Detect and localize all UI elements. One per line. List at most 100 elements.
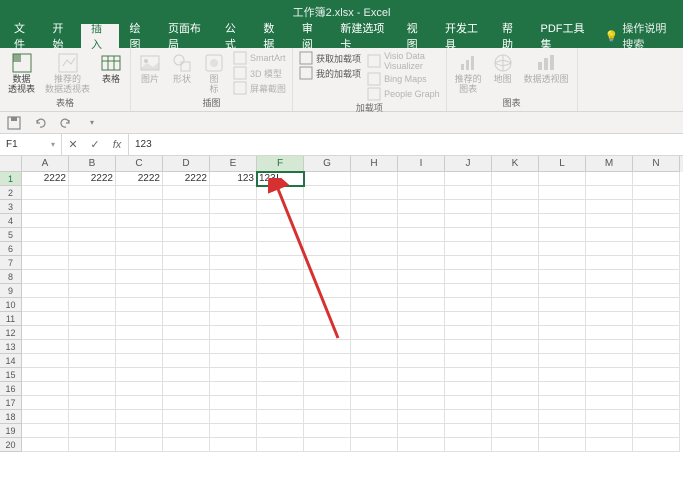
cell-N4[interactable] <box>633 214 680 228</box>
cell-H15[interactable] <box>351 368 398 382</box>
cell-L2[interactable] <box>539 186 586 200</box>
cell-F3[interactable] <box>257 200 304 214</box>
cell-F10[interactable] <box>257 298 304 312</box>
cell-E8[interactable] <box>210 270 257 284</box>
cell-L10[interactable] <box>539 298 586 312</box>
cell-C5[interactable] <box>116 228 163 242</box>
row-header-3[interactable]: 3 <box>0 200 22 214</box>
cell-C11[interactable] <box>116 312 163 326</box>
cell-K14[interactable] <box>492 354 539 368</box>
cell-B15[interactable] <box>69 368 116 382</box>
cell-L19[interactable] <box>539 424 586 438</box>
cell-H6[interactable] <box>351 242 398 256</box>
cell-J15[interactable] <box>445 368 492 382</box>
cell-H18[interactable] <box>351 410 398 424</box>
cell-I20[interactable] <box>398 438 445 452</box>
cell-B18[interactable] <box>69 410 116 424</box>
col-header-G[interactable]: G <box>304 156 351 172</box>
cell-L18[interactable] <box>539 410 586 424</box>
cell-M9[interactable] <box>586 284 633 298</box>
get-addins-button[interactable]: 获取加载项 <box>299 51 361 65</box>
cell-F8[interactable] <box>257 270 304 284</box>
cell-G17[interactable] <box>304 396 351 410</box>
cell-M20[interactable] <box>586 438 633 452</box>
cell-N19[interactable] <box>633 424 680 438</box>
cell-D17[interactable] <box>163 396 210 410</box>
cell-E1[interactable]: 123 <box>210 172 257 186</box>
cell-J16[interactable] <box>445 382 492 396</box>
save-icon[interactable] <box>6 115 22 131</box>
tab-开始[interactable]: 开始 <box>42 24 80 48</box>
cell-H3[interactable] <box>351 200 398 214</box>
cell-C12[interactable] <box>116 326 163 340</box>
cell-A17[interactable] <box>22 396 69 410</box>
cell-D15[interactable] <box>163 368 210 382</box>
row-header-6[interactable]: 6 <box>0 242 22 256</box>
table-button[interactable]: 表格 <box>98 51 124 86</box>
row-header-1[interactable]: 1 <box>0 172 22 186</box>
cell-A2[interactable] <box>22 186 69 200</box>
cell-F7[interactable] <box>257 256 304 270</box>
cell-D3[interactable] <box>163 200 210 214</box>
cell-B5[interactable] <box>69 228 116 242</box>
cell-N17[interactable] <box>633 396 680 410</box>
cell-D8[interactable] <box>163 270 210 284</box>
select-all-corner[interactable] <box>0 156 22 172</box>
tell-me-search[interactable]: 💡操作说明搜索 <box>597 24 683 48</box>
cell-B9[interactable] <box>69 284 116 298</box>
col-header-D[interactable]: D <box>163 156 210 172</box>
cell-E15[interactable] <box>210 368 257 382</box>
cell-G8[interactable] <box>304 270 351 284</box>
cell-E13[interactable] <box>210 340 257 354</box>
cell-H14[interactable] <box>351 354 398 368</box>
formula-input[interactable]: 123 <box>129 139 683 150</box>
cell-E3[interactable] <box>210 200 257 214</box>
cell-D12[interactable] <box>163 326 210 340</box>
cell-N8[interactable] <box>633 270 680 284</box>
cell-I5[interactable] <box>398 228 445 242</box>
cell-I19[interactable] <box>398 424 445 438</box>
cell-C1[interactable]: 2222 <box>116 172 163 186</box>
col-header-F[interactable]: F <box>257 156 304 172</box>
pivot-table-button[interactable]: 数据透视表 <box>6 51 37 96</box>
cell-G16[interactable] <box>304 382 351 396</box>
cell-D5[interactable] <box>163 228 210 242</box>
row-header-8[interactable]: 8 <box>0 270 22 284</box>
cell-D14[interactable] <box>163 354 210 368</box>
col-header-N[interactable]: N <box>633 156 680 172</box>
cell-G19[interactable] <box>304 424 351 438</box>
tab-PDF工具集[interactable]: PDF工具集 <box>531 24 597 48</box>
redo-icon[interactable] <box>58 115 74 131</box>
cell-A1[interactable]: 2222 <box>22 172 69 186</box>
cell-A7[interactable] <box>22 256 69 270</box>
cell-F9[interactable] <box>257 284 304 298</box>
cell-I10[interactable] <box>398 298 445 312</box>
cell-L14[interactable] <box>539 354 586 368</box>
cell-F15[interactable] <box>257 368 304 382</box>
cell-L16[interactable] <box>539 382 586 396</box>
cell-B20[interactable] <box>69 438 116 452</box>
cell-B12[interactable] <box>69 326 116 340</box>
cell-J20[interactable] <box>445 438 492 452</box>
cell-J8[interactable] <box>445 270 492 284</box>
cell-A4[interactable] <box>22 214 69 228</box>
row-header-12[interactable]: 12 <box>0 326 22 340</box>
cell-A8[interactable] <box>22 270 69 284</box>
cell-B2[interactable] <box>69 186 116 200</box>
cell-H8[interactable] <box>351 270 398 284</box>
cell-E4[interactable] <box>210 214 257 228</box>
cell-H7[interactable] <box>351 256 398 270</box>
cell-B19[interactable] <box>69 424 116 438</box>
cell-C18[interactable] <box>116 410 163 424</box>
cell-E6[interactable] <box>210 242 257 256</box>
cell-K5[interactable] <box>492 228 539 242</box>
cell-F4[interactable] <box>257 214 304 228</box>
cell-D18[interactable] <box>163 410 210 424</box>
cell-L12[interactable] <box>539 326 586 340</box>
cell-G3[interactable] <box>304 200 351 214</box>
cell-N13[interactable] <box>633 340 680 354</box>
cell-N14[interactable] <box>633 354 680 368</box>
cell-H1[interactable] <box>351 172 398 186</box>
cell-C6[interactable] <box>116 242 163 256</box>
cell-K7[interactable] <box>492 256 539 270</box>
